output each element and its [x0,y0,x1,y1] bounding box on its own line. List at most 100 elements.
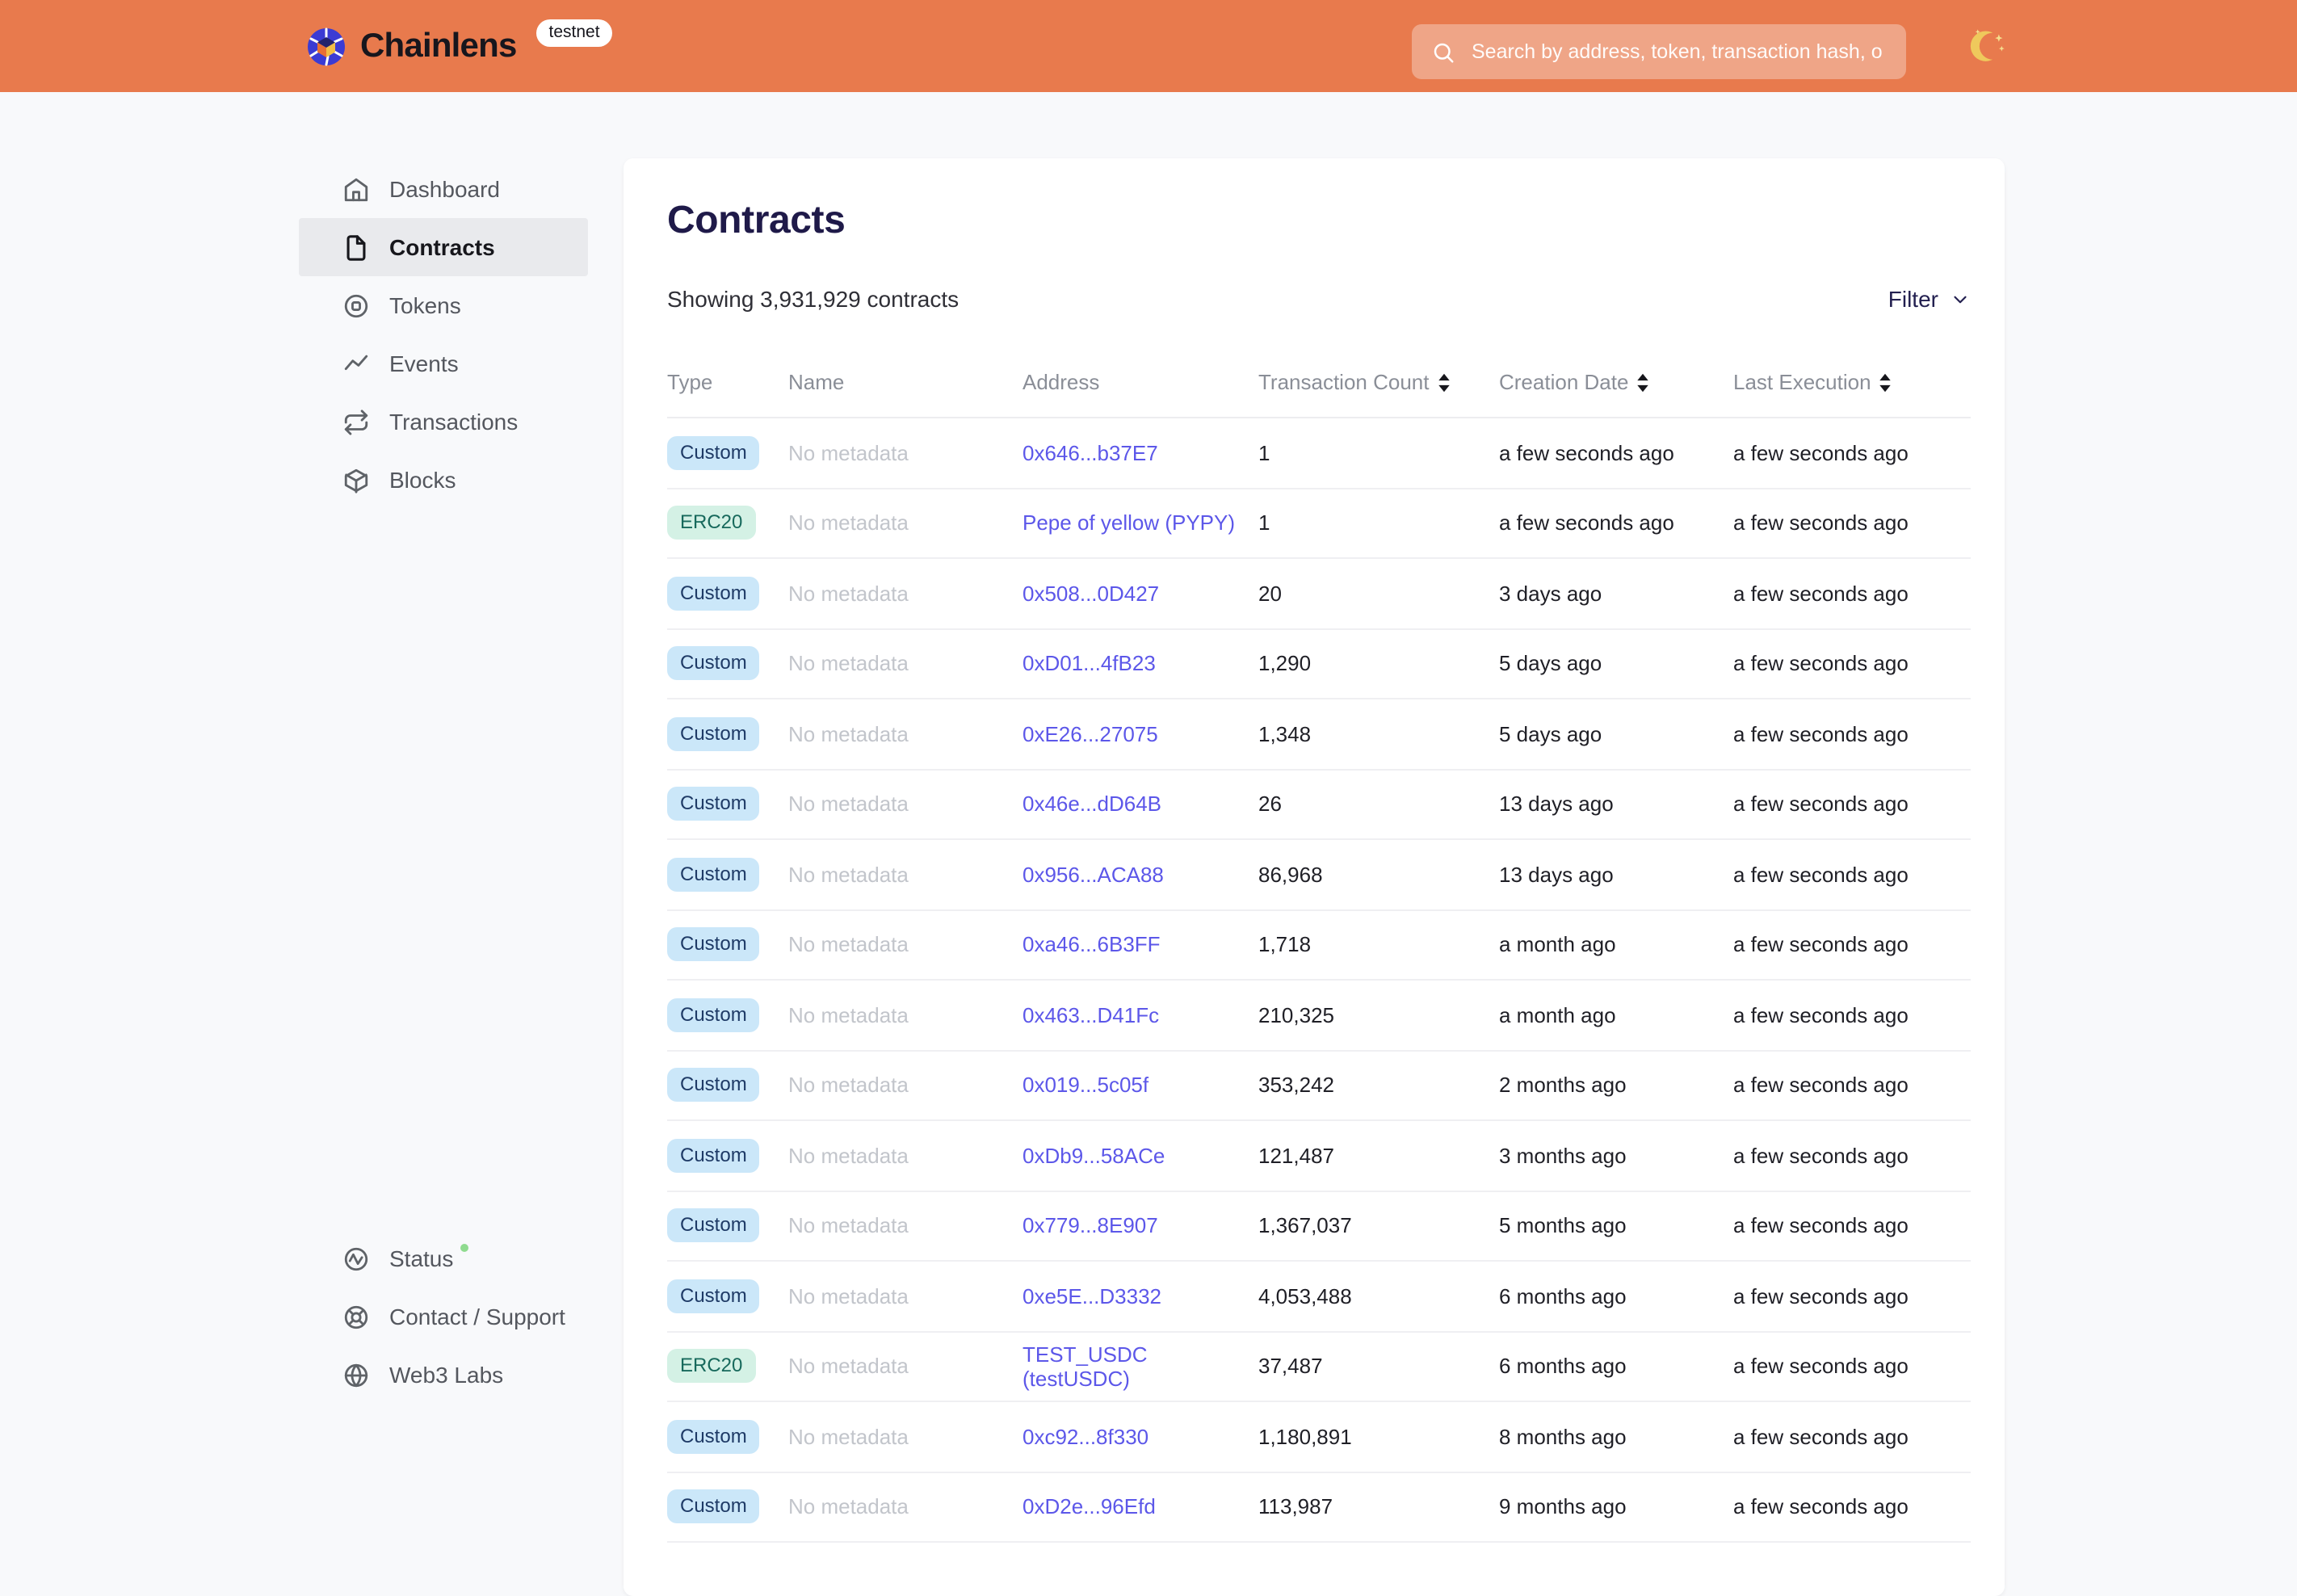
search-bar[interactable] [1412,24,1906,79]
last-execution-cell: a few seconds ago [1733,1143,1909,1168]
transaction-count-cell: 1,348 [1258,721,1312,746]
sidebar-item-label: Transactions [389,409,519,435]
name-cell: No metadata [788,510,909,536]
column-header[interactable]: Type [667,370,788,394]
address-cell: 0x019...5c05f [1023,1073,1258,1098]
sidebar-item-blocks[interactable]: Blocks [299,451,588,509]
contract-address-link[interactable]: 0xc92...8f330 [1023,1425,1148,1449]
table-row: Custom No metadata 0xa46...6B3FF 1,718 a… [667,910,1971,981]
contract-type-badge: Custom [667,1138,760,1173]
contract-address-link[interactable]: 0x463...D41Fc [1023,1003,1159,1027]
sidebar-item-contact-support[interactable]: Contact / Support [299,1287,588,1346]
contract-address-link[interactable]: 0xE26...27075 [1023,722,1158,746]
contract-address-link[interactable]: Pepe of yellow (PYPY) [1023,511,1235,536]
transaction-count-cell: 1 [1258,510,1270,536]
search-input[interactable] [1468,39,1887,65]
sidebar-item-label: Web3 Labs [389,1362,504,1388]
contract-type-badge: Custom [667,716,760,751]
column-header[interactable]: Name [788,370,1023,394]
table-row: Custom No metadata 0xDb9...58ACe 121,487… [667,1121,1971,1191]
token-icon [344,293,368,317]
creation-date-cell: a month ago [1499,932,1616,957]
contract-address-link[interactable]: 0xe5E...D3332 [1023,1284,1161,1308]
sidebar-item-dashboard[interactable]: Dashboard [299,160,588,218]
lifebuoy-icon [344,1304,368,1329]
contract-type-badge: Custom [667,1419,760,1454]
home-icon [344,177,368,201]
contract-address-link[interactable]: TEST_USDC (testUSDC) [1023,1342,1148,1391]
pulse-icon [344,1246,368,1270]
contract-address-link[interactable]: 0x508...0D427 [1023,582,1159,606]
type-cell: Custom [667,927,788,962]
table-row: ERC20 No metadata Pepe of yellow (PYPY) … [667,489,1971,559]
creation-date-cell: 9 months ago [1499,1494,1627,1519]
column-header[interactable]: Creation Date [1499,370,1733,394]
contract-address-link[interactable]: 0xD2e...96Efd [1023,1495,1156,1519]
last-execution-cell: a few seconds ago [1733,932,1909,957]
transaction-count-cell: 1,290 [1258,651,1312,676]
contract-address-link[interactable]: 0x019...5c05f [1023,1073,1148,1098]
column-header-label: Type [667,370,713,394]
name-cell: No metadata [788,1354,909,1379]
name-cell: No metadata [788,721,909,746]
sidebar-item-events[interactable]: Events [299,334,588,393]
environment-badge: testnet [535,19,613,47]
transaction-count-cell: 26 [1258,792,1282,817]
last-execution-cell: a few seconds ago [1733,1283,1909,1308]
sidebar-item-label: Events [389,351,459,376]
table-row: Custom No metadata 0x508...0D427 20 3 da… [667,559,1971,629]
last-execution-cell: a few seconds ago [1733,1424,1909,1449]
transaction-count-cell: 210,325 [1258,1002,1334,1027]
transaction-count-cell: 1,180,891 [1258,1424,1352,1449]
sidebar-item-web3-labs[interactable]: Web3 Labs [299,1346,588,1404]
contract-address-link[interactable]: 0x646...b37E7 [1023,441,1158,465]
contract-address-link[interactable]: 0xDb9...58ACe [1023,1144,1165,1168]
sidebar-nav: Dashboard Contracts Tokens Events Transa… [299,160,588,509]
sort-toggle-icon[interactable] [1636,372,1649,392]
transaction-count-cell: 353,242 [1258,1073,1334,1098]
contract-address-link[interactable]: 0xD01...4fB23 [1023,652,1156,676]
contract-address-link[interactable]: 0x46e...dD64B [1023,792,1161,817]
contract-address-link[interactable]: 0x779...8E907 [1023,1214,1158,1238]
sidebar-item-label: Contracts [389,234,495,260]
transaction-count-cell: 20 [1258,581,1282,606]
sidebar-item-tokens[interactable]: Tokens [299,276,588,334]
contract-type-badge: Custom [667,857,760,892]
theme-toggle-button[interactable] [1958,16,2019,78]
filter-dropdown[interactable]: Filter [1888,286,1971,312]
cube-icon [344,468,368,493]
table-row: Custom No metadata 0x956...ACA88 86,968 … [667,840,1971,910]
summary-row: Showing 3,931,929 contracts Filter [667,283,1971,315]
column-header-label: Transaction Count [1258,370,1430,394]
sidebar-item-transactions[interactable]: Transactions [299,393,588,451]
type-cell: Custom [667,787,788,821]
column-header[interactable]: Transaction Count [1258,370,1499,394]
table-row: Custom No metadata 0xE26...27075 1,348 5… [667,699,1971,770]
top-bar: Chainlens testnet [0,0,2297,92]
brand-logo-link[interactable]: Chainlens testnet [307,0,613,92]
transaction-count-cell: 4,053,488 [1258,1283,1352,1308]
type-cell: Custom [667,1279,788,1313]
contract-address-link[interactable]: 0xa46...6B3FF [1023,933,1161,957]
last-execution-cell: a few seconds ago [1733,440,1909,465]
sidebar-item-status[interactable]: Status [299,1229,588,1287]
creation-date-cell: 5 days ago [1499,721,1602,746]
address-cell: 0xD01...4fB23 [1023,652,1258,676]
column-header-label: Creation Date [1499,370,1629,394]
address-cell: 0xa46...6B3FF [1023,933,1258,957]
sort-toggle-icon[interactable] [1438,372,1451,392]
column-header[interactable]: Last Execution [1733,370,1971,394]
contract-type-badge: Custom [667,435,760,470]
sidebar-item-contracts[interactable]: Contracts [299,218,588,276]
contract-type-badge: Custom [667,1068,760,1102]
brand-name: Chainlens [360,27,517,64]
creation-date-cell: 2 months ago [1499,1073,1627,1098]
contract-address-link[interactable]: 0x956...ACA88 [1023,863,1164,887]
creation-date-cell: a few seconds ago [1499,510,1674,536]
creation-date-cell: 13 days ago [1499,862,1614,887]
column-header[interactable]: Address [1023,370,1258,394]
name-cell: No metadata [788,1424,909,1449]
sort-toggle-icon[interactable] [1879,372,1892,392]
last-execution-cell: a few seconds ago [1733,581,1909,606]
table-row: Custom No metadata 0x463...D41Fc 210,325… [667,981,1971,1051]
